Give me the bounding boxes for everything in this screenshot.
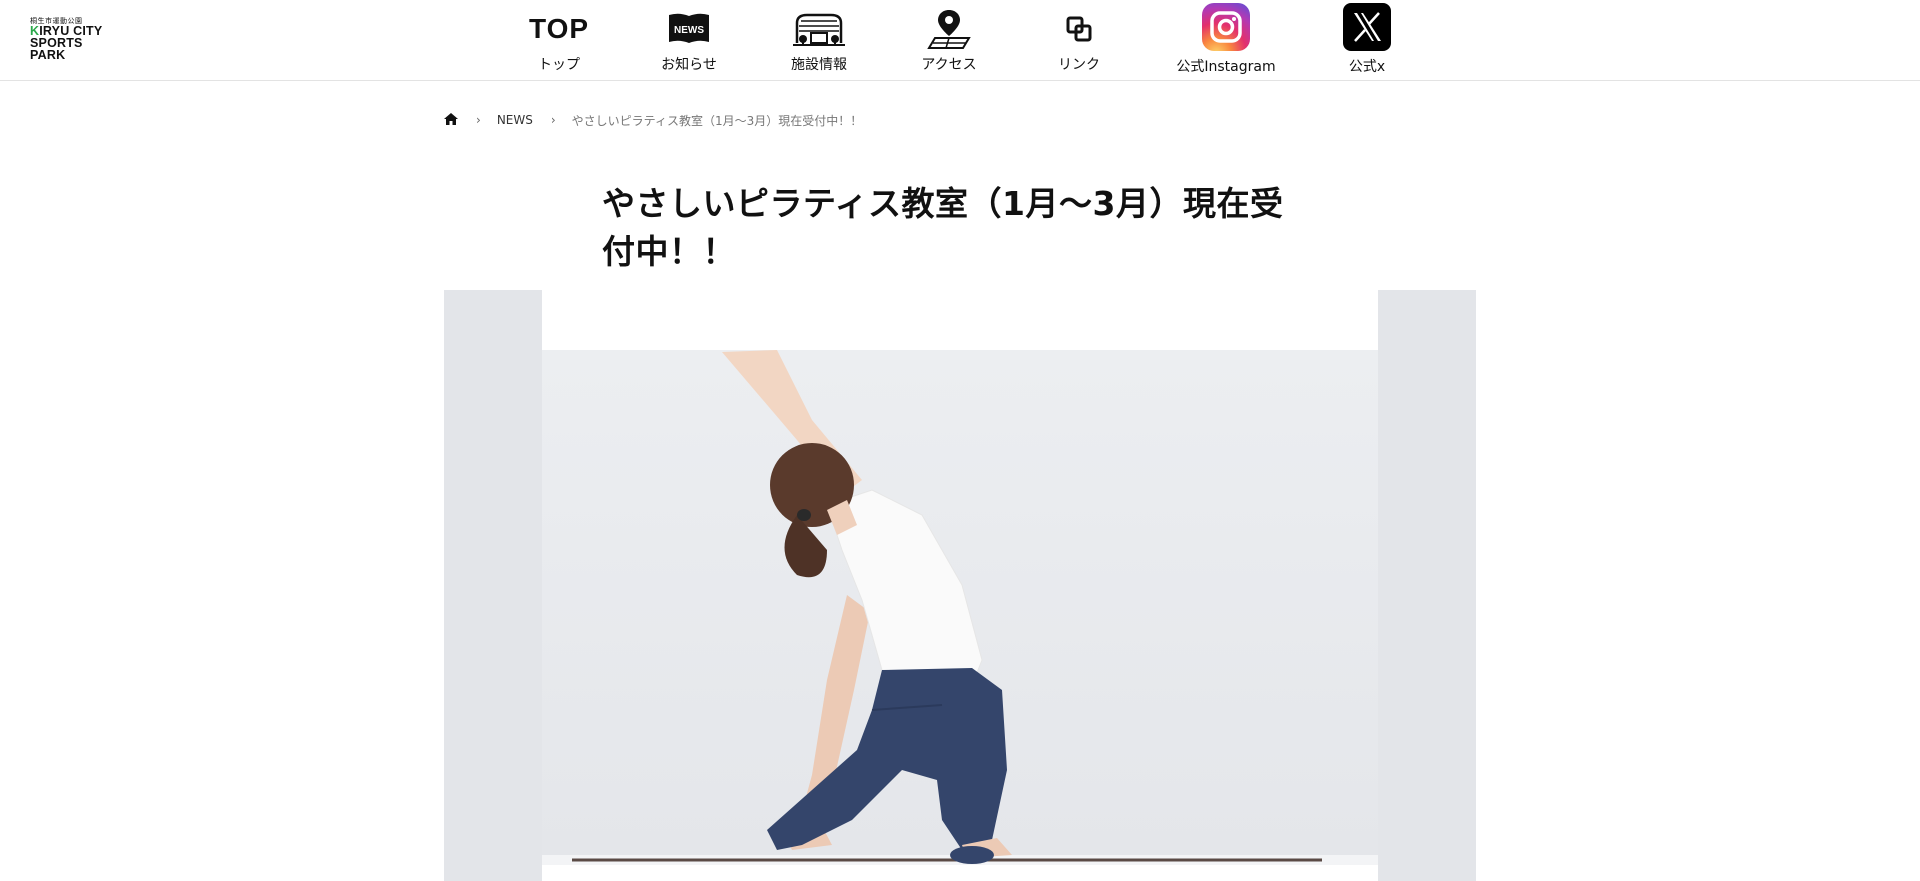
nav-item-news[interactable]: NEWS お知らせ: [634, 0, 744, 80]
nav-item-instagram-label: 公式Instagram: [1176, 59, 1276, 75]
svg-text:NEWS: NEWS: [674, 25, 704, 36]
nav-item-access[interactable]: アクセス: [894, 0, 1004, 80]
breadcrumb: › NEWS › やさしいピラティス教室（1月〜3月）現在受付中！！: [444, 110, 862, 130]
chevron-right-icon: ›: [550, 113, 556, 127]
nav-item-x[interactable]: 公式x: [1312, 0, 1422, 80]
site-header: 桐生市運動公園 KIRYU CITY SPORTS PARK TOP トップ N…: [0, 0, 1920, 81]
instagram-icon: [1171, 3, 1281, 51]
nav-item-access-label: アクセス: [921, 57, 977, 73]
breadcrumb-current: やさしいピラティス教室（1月〜3月）現在受付中！！: [571, 113, 863, 128]
breadcrumb-news[interactable]: NEWS: [497, 113, 533, 127]
building-icon: [764, 6, 874, 52]
nav-item-facility[interactable]: 施設情報: [764, 0, 874, 80]
global-nav: TOP トップ NEWS お知らせ 施設情報 アクセス リンク 公式Instag…: [0, 0, 1920, 80]
nav-item-links-label: リンク: [1058, 57, 1100, 73]
nav-item-links[interactable]: リンク: [1024, 0, 1134, 80]
link-icon: [1024, 6, 1134, 52]
nav-item-news-label: お知らせ: [661, 57, 717, 73]
top-icon: TOP: [504, 6, 614, 52]
nav-item-instagram[interactable]: 公式Instagram: [1171, 0, 1281, 80]
nav-item-top[interactable]: TOP トップ: [504, 0, 614, 80]
home-icon: [444, 112, 458, 128]
pilates-photo: [542, 350, 1378, 865]
nav-item-top-label: トップ: [538, 57, 580, 73]
nav-item-facility-label: 施設情報: [791, 57, 847, 73]
page-title: やさしいピラティス教室（1月〜3月）現在受付中！！: [602, 184, 1284, 271]
top-icon-text: TOP: [528, 13, 590, 44]
x-logo-icon: [1312, 3, 1422, 51]
breadcrumb-home[interactable]: [444, 112, 458, 128]
chevron-right-icon: ›: [476, 113, 481, 127]
nav-item-x-label: 公式x: [1348, 59, 1386, 75]
news-book-icon: NEWS: [634, 6, 744, 52]
hero-image-container: [444, 290, 1476, 881]
map-pin-icon: [894, 6, 1004, 52]
